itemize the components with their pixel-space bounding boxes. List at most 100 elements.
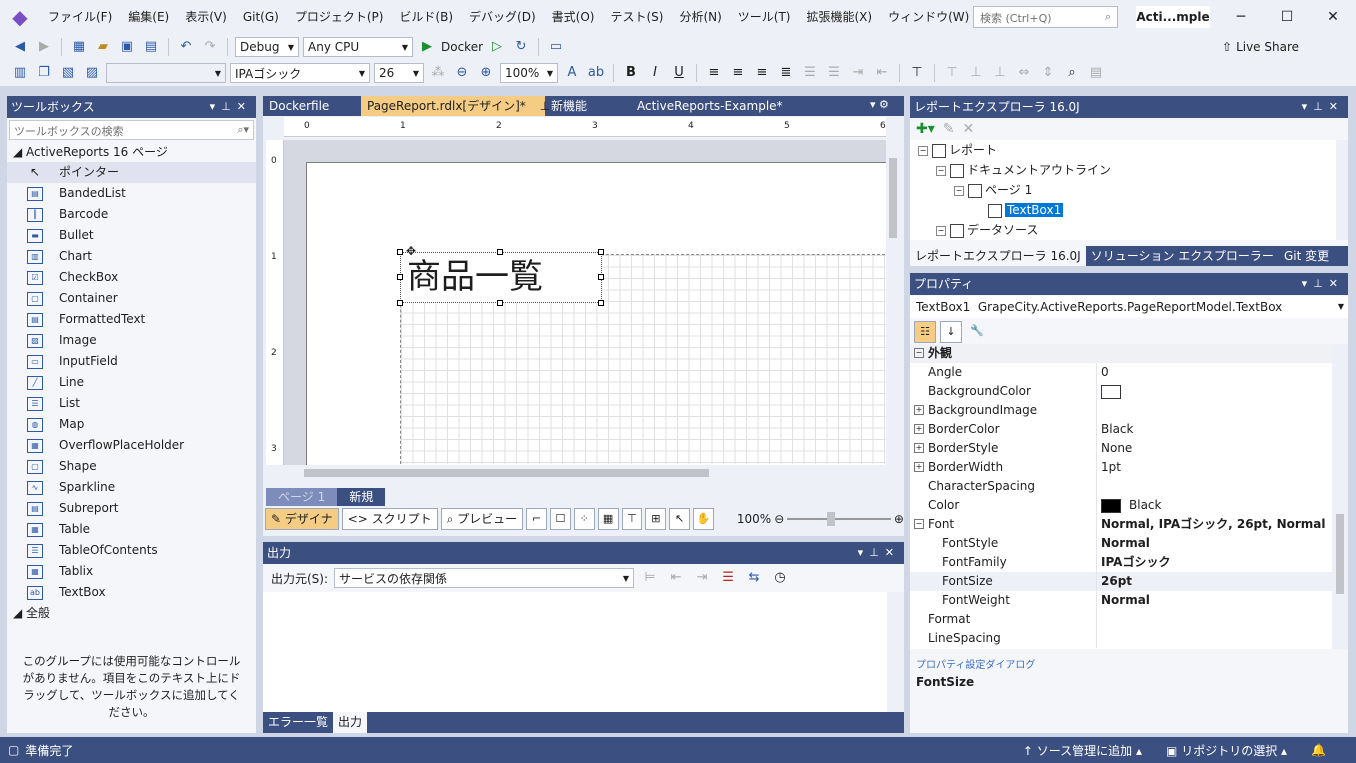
platform-select[interactable]: Any CPU ▼ xyxy=(303,37,413,57)
timestamp-icon[interactable]: ◷ xyxy=(770,568,790,588)
expand-icon[interactable]: + xyxy=(914,424,924,434)
open-icon[interactable]: ▰ xyxy=(93,37,113,57)
menu-item[interactable]: プロジェクト(P) xyxy=(287,0,392,34)
align-top-icon[interactable]: ⊤ xyxy=(942,63,962,83)
font-select[interactable]: IPAゴシック ▼ xyxy=(230,63,370,83)
align-center-icon[interactable]: ≡ xyxy=(728,63,748,83)
zoom-out-icon[interactable]: ⊖ xyxy=(774,512,784,526)
font-size-select[interactable]: 26 ▼ xyxy=(374,63,424,83)
page-tab-new[interactable]: 新規 xyxy=(337,488,386,506)
property-row[interactable]: Angle 0 xyxy=(910,363,1332,382)
back-icon[interactable]: ◀ xyxy=(10,37,30,57)
source-control-button[interactable]: ↑ ソース管理に追加 ▴ xyxy=(1023,742,1142,759)
border-toggle-icon[interactable]: ☐ xyxy=(550,508,571,530)
outdent-icon[interactable]: ⇤ xyxy=(872,63,892,83)
maximize-button[interactable]: ☐ xyxy=(1264,0,1310,34)
menu-item[interactable]: 書式(O) xyxy=(544,0,603,34)
property-row[interactable]: + BackgroundImage xyxy=(910,401,1332,420)
menu-item[interactable]: 拡張機能(X) xyxy=(798,0,880,34)
property-grid-scrollbar[interactable] xyxy=(1332,344,1348,649)
font-color-icon[interactable]: A xyxy=(562,63,582,83)
pointer-tool-icon[interactable]: ↖ xyxy=(669,508,691,530)
browse-icon[interactable]: ▭ xyxy=(546,37,566,57)
preview-mode-button[interactable]: ⌕ プレビュー xyxy=(440,508,524,530)
ruler-toggle-icon[interactable]: ⌐ xyxy=(526,508,547,530)
toolbox-item[interactable]: ▦ Tablix xyxy=(7,561,256,582)
property-row[interactable]: + BorderWidth 1pt xyxy=(910,458,1332,477)
designer-horizontal-scrollbar[interactable] xyxy=(290,466,880,480)
property-row[interactable]: + BorderStyle None xyxy=(910,439,1332,458)
menu-item[interactable]: ファイル(F) xyxy=(40,0,120,34)
toolbox-search-input[interactable]: ツールボックスの検索 ⌕▾ xyxy=(9,120,254,140)
clear-all-icon[interactable]: ☰ xyxy=(718,568,738,588)
property-pages-icon[interactable]: 🔧 xyxy=(966,321,988,343)
zoom-out-icon[interactable]: ⊖ xyxy=(452,63,472,83)
undo-icon[interactable]: ↶ xyxy=(176,37,196,57)
snap-lines-icon[interactable]: ⊤ xyxy=(621,508,643,530)
numbering-icon[interactable]: ☰ xyxy=(824,63,844,83)
tree-node-report[interactable]: − レポート xyxy=(918,140,997,160)
menu-item[interactable]: ツール(T) xyxy=(730,0,799,34)
save-all-icon[interactable]: ▤ xyxy=(141,37,161,57)
toolbox-item[interactable]: ↖ ポインター xyxy=(7,162,256,183)
panel-pin-close-icon[interactable]: ▾⊥✕ xyxy=(858,542,904,564)
find-message-icon[interactable]: ⊨ xyxy=(640,568,660,588)
property-row[interactable]: FontWeight Normal xyxy=(910,591,1332,610)
menu-item[interactable]: 分析(N) xyxy=(671,0,729,34)
doc-tab[interactable]: 新機能 xyxy=(545,96,631,116)
format-icon[interactable]: ⁂ xyxy=(428,63,448,83)
menu-item[interactable]: 編集(E) xyxy=(120,0,177,34)
panel-pin-close-icon[interactable]: ▾⊥✕ xyxy=(1302,273,1348,295)
redo-icon[interactable]: ↷ xyxy=(200,37,220,57)
tab-overflow-icon[interactable]: ▾ ⚙ xyxy=(870,98,889,111)
zoom-in-icon[interactable]: ⊕ xyxy=(894,512,904,526)
output-scrollbar[interactable] xyxy=(887,592,904,712)
configuration-select[interactable]: Debug ▼ xyxy=(235,37,299,57)
property-row[interactable]: + BorderColor Black xyxy=(910,420,1332,439)
bullets-icon[interactable]: ☰ xyxy=(800,63,820,83)
toolbox-item[interactable]: ▤ BandedList xyxy=(7,183,256,204)
toolbox-item[interactable]: ▦ Table xyxy=(7,519,256,540)
toolbox-item[interactable]: ☰ TableOfContents xyxy=(7,540,256,561)
toolbox-item[interactable]: ◍ Map xyxy=(7,414,256,435)
object-select[interactable]: TextBox1 GrapeCity.ActiveReports.PageRep… xyxy=(910,296,1348,318)
order-icon[interactable]: ▤ xyxy=(1086,63,1106,83)
resize-handle[interactable] xyxy=(497,300,503,306)
group-icon[interactable]: ▨ xyxy=(82,63,102,83)
live-share-button[interactable]: ⇧ Live Share xyxy=(1222,40,1299,54)
design-canvas[interactable]: 商品一覧 ✥ xyxy=(284,140,886,465)
grid-toggle-icon[interactable]: ▦ xyxy=(597,508,619,530)
menu-item[interactable]: 表示(V) xyxy=(177,0,235,34)
property-row[interactable]: FontStyle Normal xyxy=(910,534,1332,553)
designer-vertical-scrollbar[interactable] xyxy=(886,140,900,465)
toolbox-item[interactable]: ☰ List xyxy=(7,393,256,414)
resize-handle[interactable] xyxy=(397,300,403,306)
textbox1-control[interactable]: 商品一覧 xyxy=(400,252,602,303)
property-dialog-link[interactable]: プロパティ設定ダイアログ xyxy=(916,656,1035,671)
property-row[interactable]: Color Black xyxy=(910,496,1332,515)
tab-error-list[interactable]: エラー一覧 xyxy=(263,712,333,733)
expand-icon[interactable]: − xyxy=(914,519,924,529)
panel-pin-close-icon[interactable]: ▾⊥✕ xyxy=(210,96,256,118)
menu-item[interactable]: ビルド(B) xyxy=(391,0,461,34)
page-tab-1[interactable]: ページ 1 xyxy=(266,488,338,506)
visual-studio-logo-icon[interactable]: ◆ xyxy=(0,0,40,34)
menu-item[interactable]: Git(G) xyxy=(235,0,287,34)
align-right-icon[interactable]: ≡ xyxy=(752,63,772,83)
save-icon[interactable]: ▣ xyxy=(117,37,137,57)
underline-icon[interactable]: U xyxy=(669,63,689,83)
snap-grid-icon[interactable]: ⊞ xyxy=(645,508,667,530)
property-row[interactable]: BackgroundColor xyxy=(910,382,1332,401)
snap-icon[interactable]: ⊤ xyxy=(907,63,927,83)
panel-pin-close-icon[interactable]: ▾⊥✕ xyxy=(1302,96,1348,118)
output-source-select[interactable]: サービスの依存関係 ▼ xyxy=(334,568,635,588)
spellcheck-icon[interactable]: ab xyxy=(586,63,606,83)
find-icon[interactable]: ⌕ xyxy=(1062,63,1082,83)
doc-tab[interactable]: ActiveReports-Example* xyxy=(631,96,801,116)
prev-message-icon[interactable]: ⇤ xyxy=(666,568,686,588)
resize-handle[interactable] xyxy=(598,249,604,255)
refresh-icon[interactable]: ↻ xyxy=(511,37,531,57)
resize-handle[interactable] xyxy=(397,249,403,255)
alphabetical-icon[interactable]: ↓ xyxy=(940,321,962,343)
zoom-slider[interactable] xyxy=(787,512,891,526)
